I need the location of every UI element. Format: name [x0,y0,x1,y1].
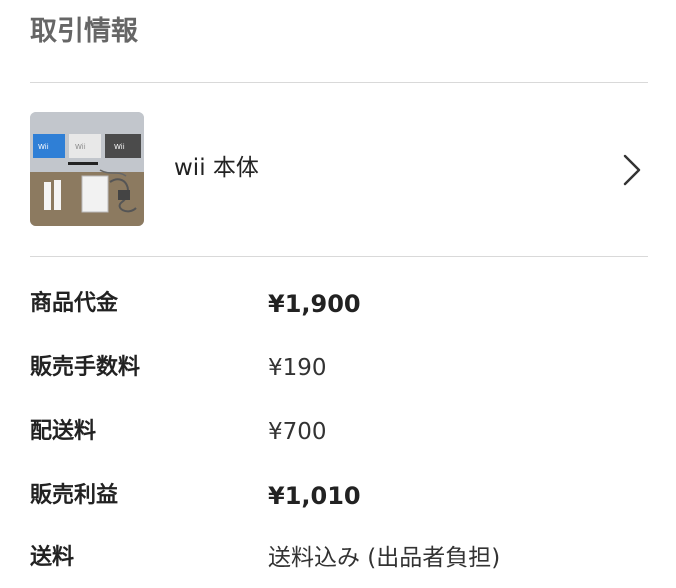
summary-row-shipping: 送料 送料込み (出品者負担) [0,538,676,578]
summary-row-sales-profit: 販売利益 ¥1,010 [0,476,676,516]
summary-row-delivery-cost: 配送料 ¥700 [0,412,676,452]
sales-fee-label: 販売手数料 [30,355,141,380]
sales-fee-value: ¥190 [268,355,327,381]
item-thumbnail[interactable]: Wii Wii Wii [30,112,144,226]
item-price-value: ¥1,900 [268,290,361,318]
divider [30,256,648,257]
delivery-cost-label: 配送料 [30,419,97,444]
shipping-label: 送料 [30,545,75,570]
item-name[interactable]: wii 本体 [174,152,259,184]
wii-product-photo-icon: Wii Wii Wii [30,112,144,226]
sales-profit-label: 販売利益 [30,483,119,508]
summary-row-sales-fee: 販売手数料 ¥190 [0,348,676,388]
sales-profit-value: ¥1,010 [268,482,361,510]
item-row[interactable]: Wii Wii Wii wii 本体 [0,100,676,240]
summary-row-item-price: 商品代金 ¥1,900 [0,284,676,324]
item-price-label: 商品代金 [30,291,119,316]
shipping-value: 送料込み (出品者負担) [268,545,501,571]
box-label-2: Wii [75,143,86,151]
chevron-right-icon[interactable] [620,152,644,188]
box-label-3: Wii [114,143,125,151]
divider [30,82,648,83]
delivery-cost-value: ¥700 [268,419,327,445]
section-title: 取引情報 [30,16,138,47]
box-label-1: Wii [38,143,49,151]
